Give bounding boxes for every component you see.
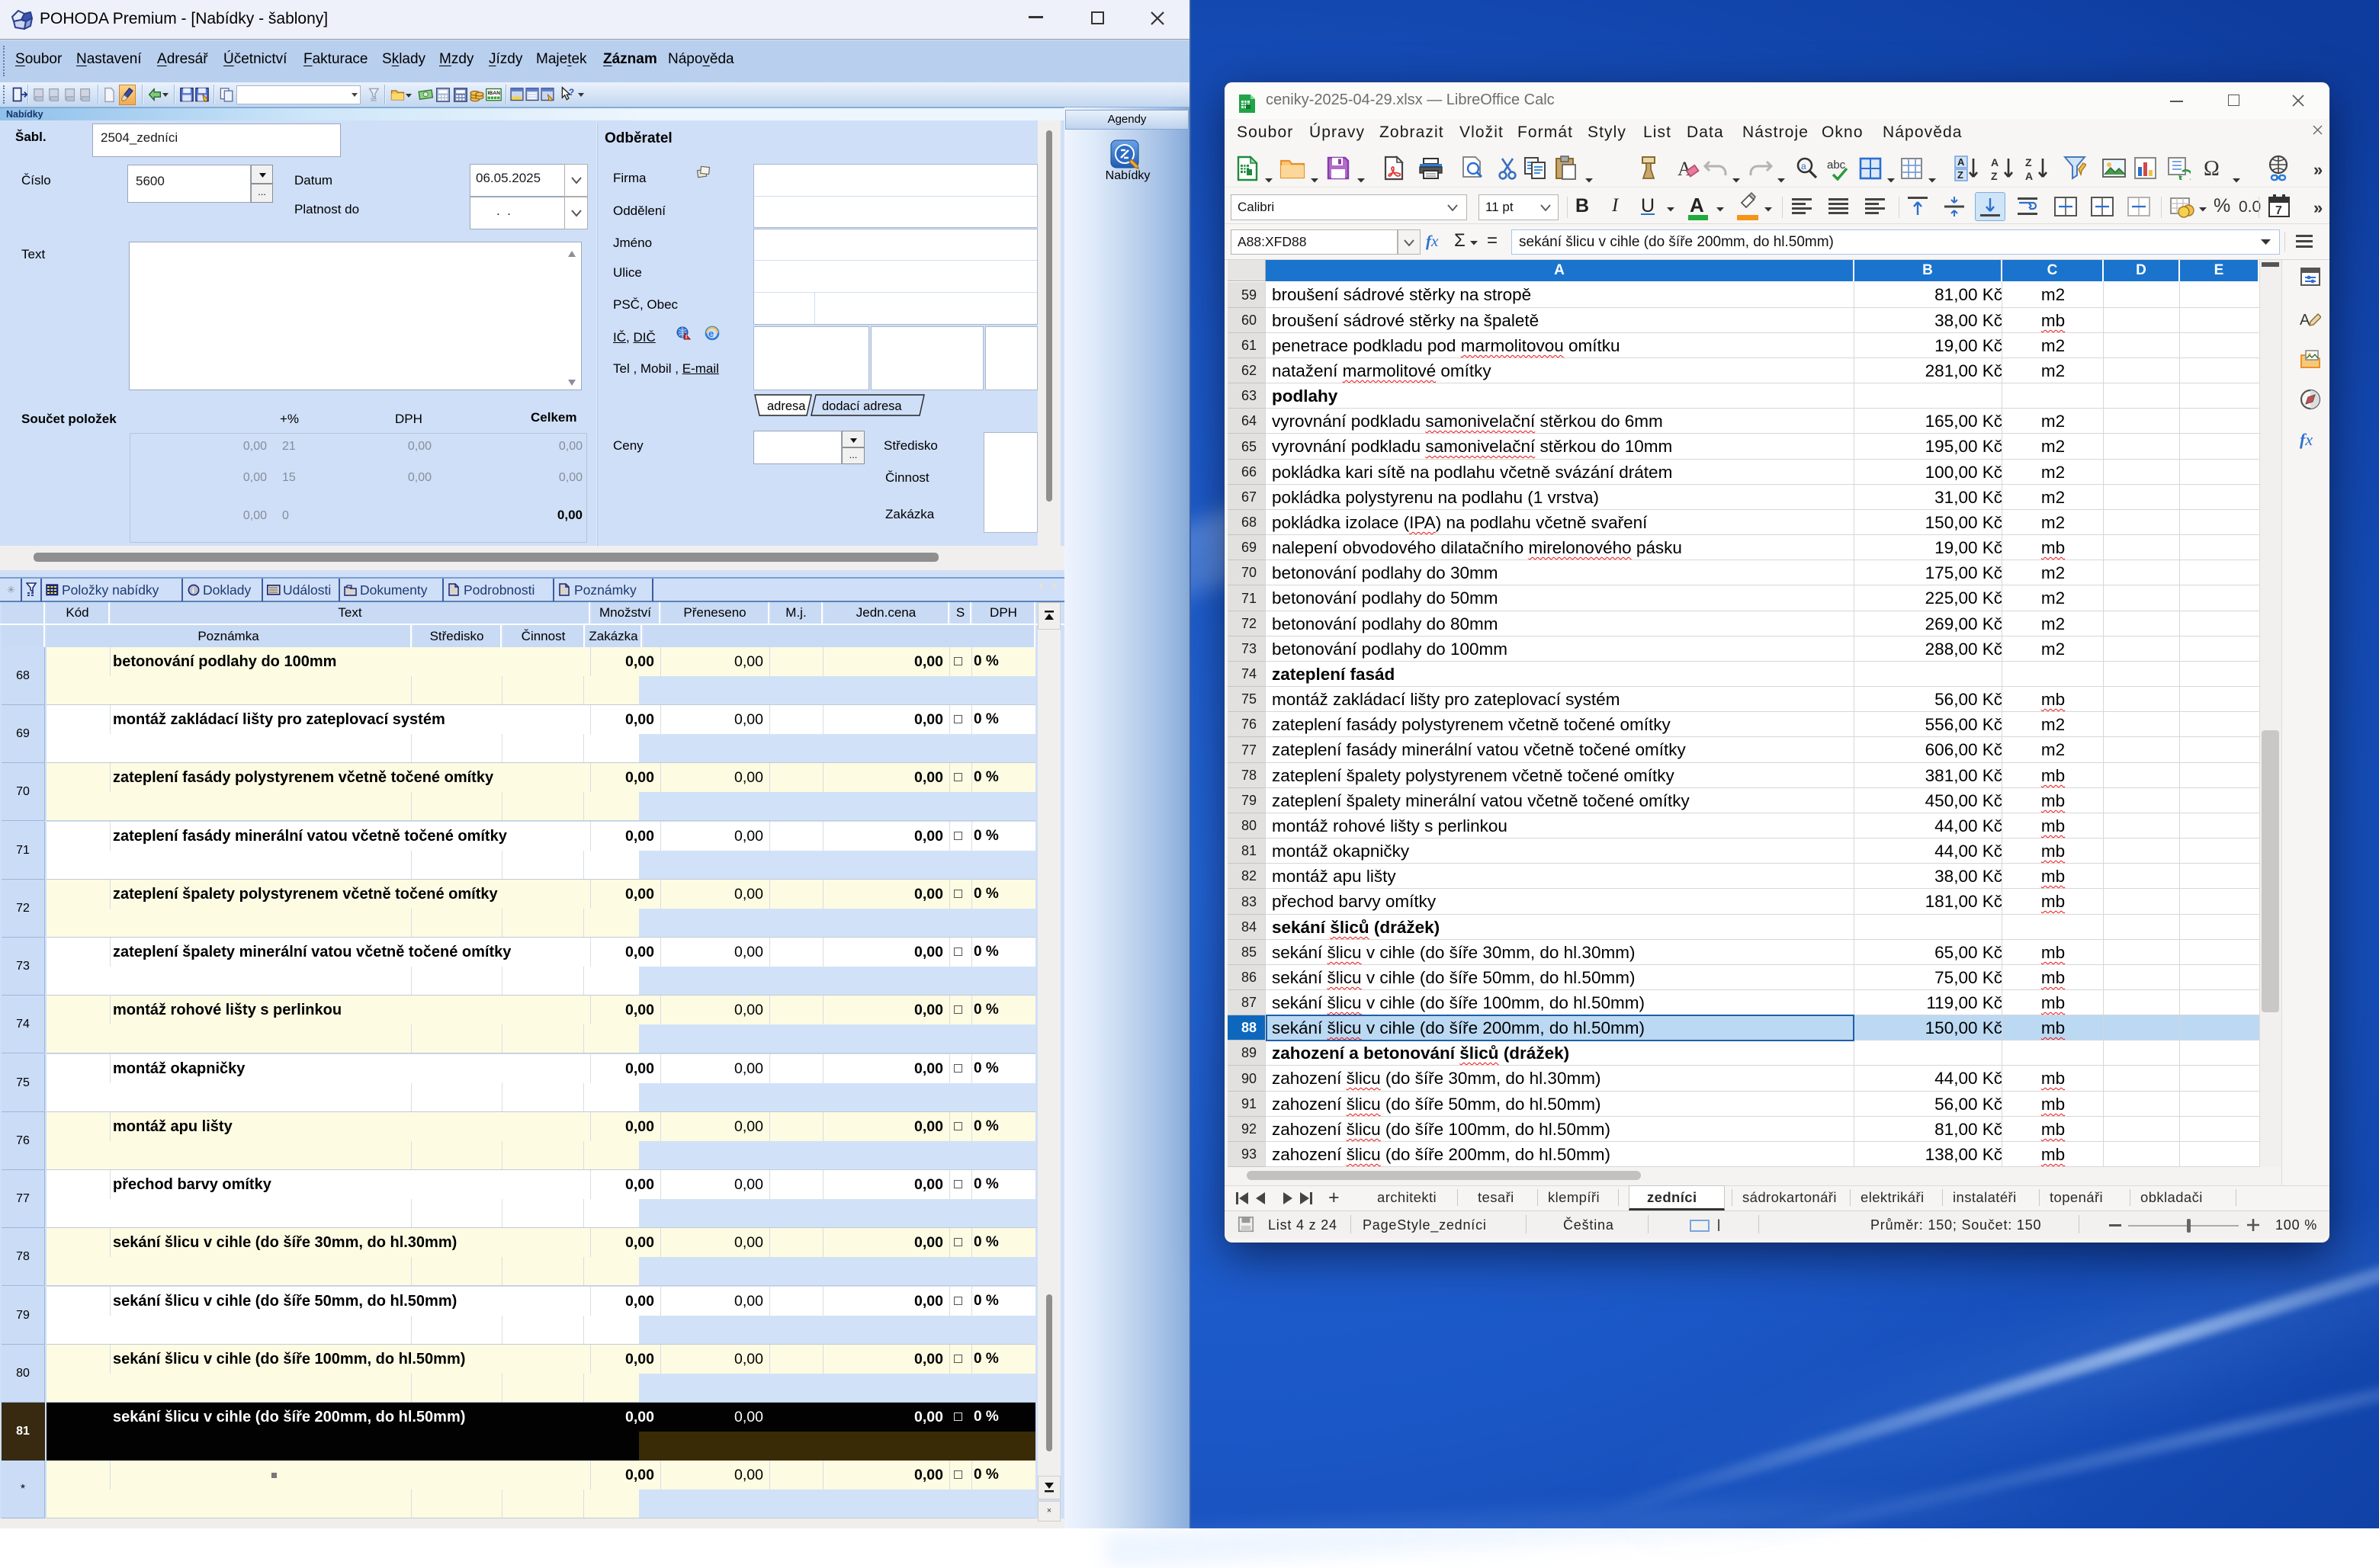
svg-text:abc: abc [1827, 159, 1846, 172]
svg-text:A: A [1957, 156, 1965, 168]
svg-text:A: A [2025, 170, 2033, 181]
svg-text:e: e [708, 328, 714, 339]
svg-text:i: i [192, 587, 194, 595]
svg-text:7: 7 [2275, 204, 2282, 217]
svg-text:Z: Z [2025, 156, 2032, 168]
svg-text:adresa: adresa [767, 399, 806, 413]
svg-text:A: A [2300, 312, 2310, 329]
svg-text:!: ! [685, 335, 687, 340]
svg-text:Z: Z [1991, 170, 1998, 181]
svg-text:IBAN: IBAN [488, 91, 501, 96]
svg-text:dodací adresa: dodací adresa [822, 399, 902, 413]
svg-text:fx: fx [2300, 430, 2313, 449]
svg-text:A: A [1991, 156, 1999, 168]
svg-text:?: ? [569, 87, 574, 98]
svg-text:Z: Z [1957, 169, 1963, 181]
svg-text:a: a [1801, 161, 1806, 172]
